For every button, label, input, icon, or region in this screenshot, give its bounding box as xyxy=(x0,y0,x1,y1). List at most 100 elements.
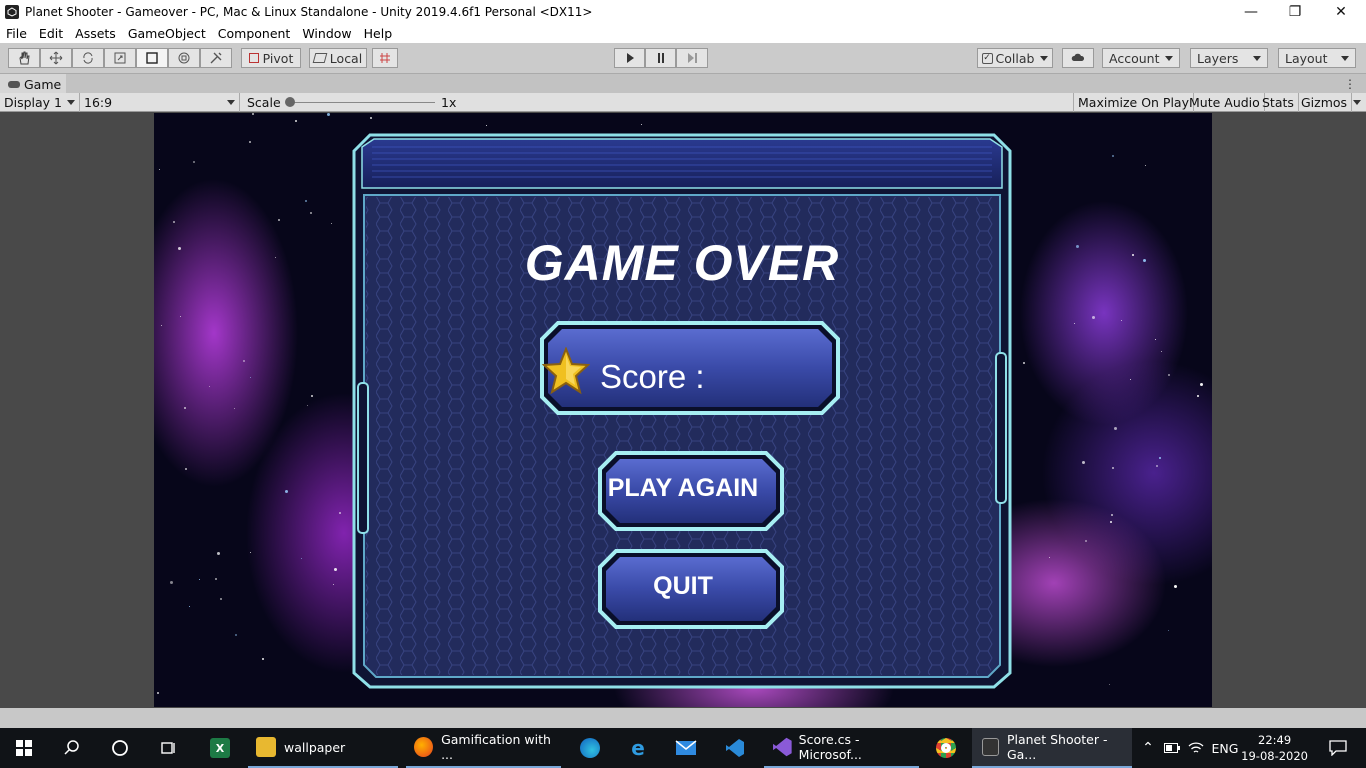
firefox-icon xyxy=(414,737,434,757)
star-dot xyxy=(215,578,217,580)
star-dot xyxy=(1168,374,1170,376)
star-dot xyxy=(1168,630,1169,631)
chrome-taskbar-button[interactable] xyxy=(922,728,970,768)
quit-label: QUIT xyxy=(653,572,713,600)
menu-edit[interactable]: Edit xyxy=(33,26,69,41)
display-label: Display 1 xyxy=(4,95,63,110)
display-dropdown[interactable]: Display 1 xyxy=(0,93,80,112)
stats-toggle[interactable]: Stats xyxy=(1258,93,1299,112)
local-label: Local xyxy=(329,50,363,66)
aspect-dropdown[interactable]: 16:9 xyxy=(80,93,240,112)
start-button[interactable] xyxy=(0,728,48,768)
pause-button[interactable] xyxy=(645,48,676,68)
excel-icon: X xyxy=(210,738,230,758)
folder-icon xyxy=(256,737,276,757)
grid-snap-button[interactable] xyxy=(372,48,398,68)
gizmos-toggle[interactable]: Gizmos xyxy=(1297,93,1353,112)
menu-file[interactable]: File xyxy=(0,26,33,41)
layers-dropdown[interactable]: Layers xyxy=(1190,48,1268,68)
menu-help[interactable]: Help xyxy=(358,26,399,41)
taskbar-item-label: Score.cs - Microsof... xyxy=(798,732,862,762)
minimize-button[interactable]: — xyxy=(1228,0,1274,23)
scale-icon xyxy=(114,52,126,64)
mail-taskbar-button[interactable] xyxy=(662,728,710,768)
rotate-tool-button[interactable] xyxy=(72,48,104,68)
notifications-button[interactable] xyxy=(1318,728,1358,768)
close-button[interactable]: ✕ xyxy=(1318,0,1364,23)
account-dropdown[interactable]: Account xyxy=(1102,48,1180,68)
search-button[interactable] xyxy=(48,728,96,768)
star-icon xyxy=(542,347,590,395)
excel-taskbar-button[interactable]: X xyxy=(196,728,244,768)
more-options-icon[interactable]: ⋮ xyxy=(1344,77,1356,91)
pivot-toggle[interactable]: Pivot xyxy=(241,48,301,68)
mute-audio-toggle[interactable]: Mute Audio xyxy=(1185,93,1265,112)
star-dot xyxy=(180,316,181,317)
star-dot xyxy=(184,407,186,409)
star-dot xyxy=(1145,165,1146,166)
chevron-down-icon xyxy=(227,100,235,105)
taskbar-item-wallpaper[interactable]: wallpaper xyxy=(248,728,398,768)
transform-tool-button[interactable] xyxy=(168,48,200,68)
tab-game[interactable]: Game xyxy=(0,74,66,94)
gizmos-dropdown[interactable] xyxy=(1349,93,1365,112)
star-dot xyxy=(339,512,341,514)
layout-dropdown[interactable]: Layout xyxy=(1278,48,1356,68)
cortana-button[interactable] xyxy=(96,728,144,768)
star-dot xyxy=(1111,514,1113,516)
taskbar-item-firefox[interactable]: Gamification with ... xyxy=(406,728,561,768)
menu-gameobject[interactable]: GameObject xyxy=(122,26,212,41)
mail-icon xyxy=(675,740,697,755)
scale-tool-button[interactable] xyxy=(104,48,136,68)
menu-assets[interactable]: Assets xyxy=(69,26,122,41)
maximize-button[interactable]: ❐ xyxy=(1272,0,1318,23)
cortana-icon xyxy=(112,740,128,756)
star-dot xyxy=(1161,351,1162,352)
edge-taskbar-button[interactable] xyxy=(566,728,614,768)
language-indicator[interactable]: ENG xyxy=(1210,728,1240,768)
maximize-on-play-toggle[interactable]: Maximize On Play xyxy=(1073,93,1194,112)
vscode-taskbar-button[interactable] xyxy=(710,728,760,768)
cloud-button[interactable] xyxy=(1062,48,1094,68)
star-dot xyxy=(1200,383,1203,386)
star-dot xyxy=(1156,465,1158,467)
star-dot xyxy=(193,161,195,163)
play-again-label: PLAY AGAIN xyxy=(607,474,759,502)
taskbar-item-unity[interactable]: Planet Shooter - Ga... xyxy=(972,728,1132,768)
quit-button[interactable]: QUIT xyxy=(600,551,782,627)
scale-slider-handle[interactable] xyxy=(285,97,295,107)
rect-tool-button[interactable] xyxy=(136,48,168,68)
custom-tool-button[interactable] xyxy=(200,48,232,68)
task-view-button[interactable] xyxy=(144,728,192,768)
taskbar-item-visual-studio[interactable]: Score.cs - Microsof... xyxy=(764,728,919,768)
play-button[interactable] xyxy=(614,48,645,68)
check-icon: ✓ xyxy=(981,52,993,64)
star-dot xyxy=(305,200,307,202)
show-hidden-icons-button[interactable]: ⌃ xyxy=(1138,728,1158,768)
hand-tool-button[interactable] xyxy=(8,48,40,68)
battery-icon[interactable] xyxy=(1162,728,1182,768)
menu-component[interactable]: Component xyxy=(212,26,297,41)
wifi-icon[interactable] xyxy=(1186,728,1206,768)
hand-icon xyxy=(19,51,30,65)
pivot-icon xyxy=(248,53,259,63)
star-dot xyxy=(1109,684,1110,685)
task-view-icon xyxy=(161,742,175,754)
windows-logo-icon xyxy=(16,740,32,756)
play-again-button[interactable]: PLAY AGAIN xyxy=(600,453,782,529)
taskbar-clock[interactable]: 22:49 19-08-2020 xyxy=(1241,732,1308,764)
local-toggle[interactable]: Local xyxy=(309,48,367,68)
star-dot xyxy=(250,377,251,378)
chevron-down-icon xyxy=(1353,100,1361,105)
step-button[interactable] xyxy=(676,48,708,68)
taskbar-item-label: Planet Shooter - Ga... xyxy=(1006,732,1108,762)
star-dot xyxy=(1132,254,1134,256)
game-over-title: GAME OVER xyxy=(524,235,840,291)
star-dot xyxy=(278,219,280,221)
move-tool-button[interactable] xyxy=(40,48,72,68)
scale-slider-track[interactable] xyxy=(287,102,435,103)
menu-window[interactable]: Window xyxy=(296,26,357,41)
star-dot xyxy=(1143,259,1146,262)
ie-taskbar-button[interactable]: e xyxy=(614,728,662,768)
collab-dropdown[interactable]: ✓ Collab xyxy=(977,48,1053,68)
